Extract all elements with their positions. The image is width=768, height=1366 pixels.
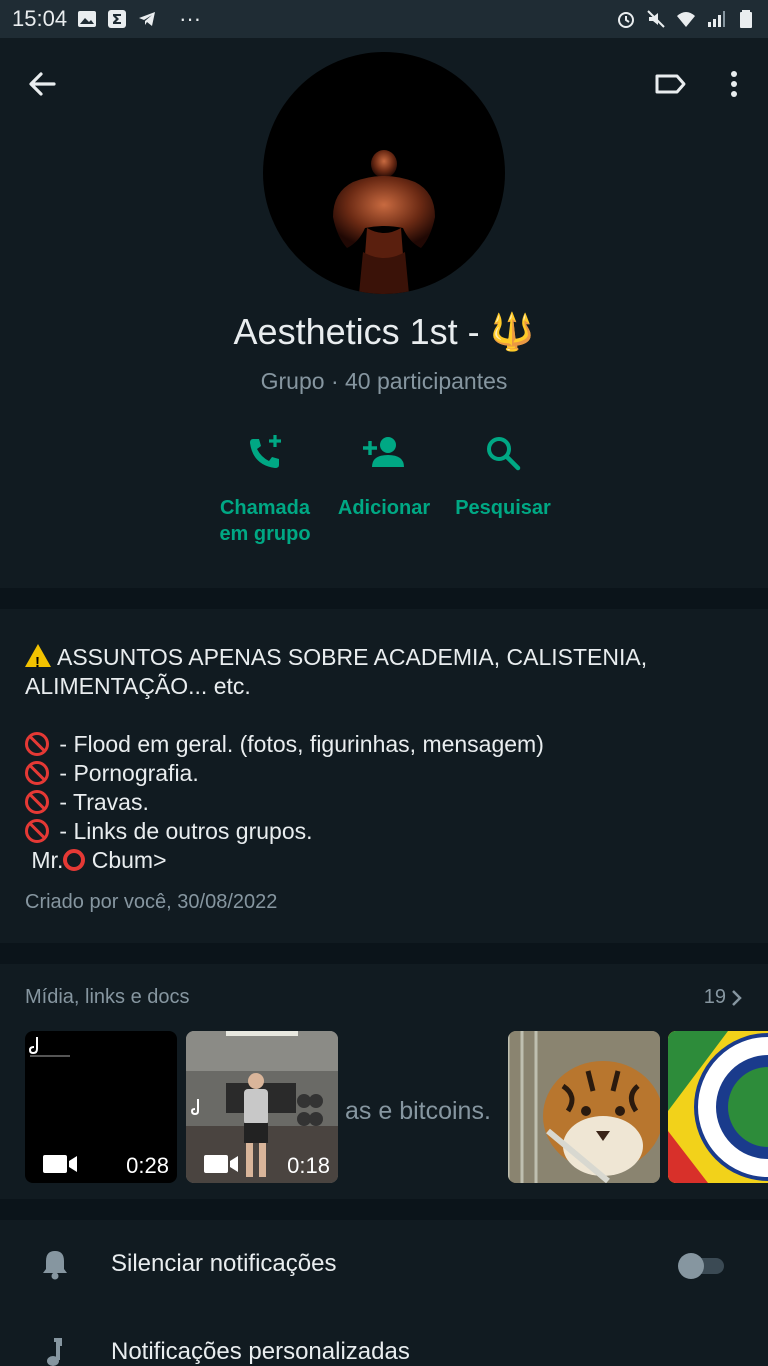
toggle-knob: [678, 1253, 704, 1279]
media-count: 19: [703, 986, 726, 1008]
video-camera-icon: [43, 1155, 77, 1173]
add-call-icon: [250, 435, 281, 468]
media-section: Mídia, links e docs 19 as e bitcoins. 0:…: [0, 964, 768, 1199]
media-thumb-image-tiger[interactable]: [508, 1031, 660, 1183]
group-title: Aesthetics 1st - 🔱: [233, 311, 535, 352]
video-duration: 0:28: [126, 1153, 169, 1178]
add-participant-button[interactable]: Adicionar: [319, 433, 449, 521]
signature: Mr. Cbum>: [25, 846, 743, 875]
status-bar: 15:04 ···: [0, 0, 768, 38]
status-time: 15:04: [12, 6, 68, 31]
group-description[interactable]: ASSUNTOS APENAS SOBRE ACADEMIA, CALISTEN…: [0, 609, 768, 943]
media-overlay-text: as e bitcoins.: [345, 1097, 491, 1125]
prohibited-icon: [25, 732, 49, 756]
created-info: Criado por você, 30/08/2022: [25, 891, 278, 913]
rule-3: - Travas.: [25, 788, 743, 817]
rule-2-text: - Pornografia.: [53, 760, 199, 786]
desc-text-1: ASSUNTOS APENAS SOBRE ACADEMIA, CALISTEN…: [57, 644, 648, 670]
tiger-image: [508, 1031, 660, 1183]
media-thumb-image-seal[interactable]: [668, 1031, 768, 1183]
add-person-icon: [363, 437, 404, 467]
more-options-icon[interactable]: [716, 66, 752, 102]
group-call-button[interactable]: Chamada em grupo: [200, 433, 330, 547]
search-button[interactable]: Pesquisar: [438, 433, 568, 521]
custom-notifications-row[interactable]: Notificações personalizadas: [0, 1308, 768, 1366]
music-note-icon: [47, 1338, 62, 1366]
group-header: Aesthetics 1st - 🔱 Grupo · 40 participan…: [0, 38, 768, 588]
video-duration: 0:18: [287, 1153, 330, 1178]
media-header[interactable]: Mídia, links e docs: [25, 986, 190, 1009]
signature-pre: Mr.: [25, 847, 64, 873]
desc-line-2: ALIMENTAÇÃO... etc.: [25, 673, 251, 699]
media-thumb-video-2[interactable]: 0:18: [186, 1031, 338, 1183]
group-subtitle: Grupo · 40 participantes: [260, 368, 508, 394]
mute-notifications-row[interactable]: Silenciar notificações: [0, 1220, 768, 1308]
mute-label: Silenciar notificações: [111, 1250, 337, 1277]
desc-blank: [25, 701, 743, 730]
battery-icon: [740, 10, 752, 28]
signature-post: Cbum>: [85, 847, 167, 873]
rule-1-text: - Flood em geral. (fotos, figurinhas, me…: [53, 731, 544, 757]
prohibited-icon: [25, 819, 49, 843]
gallery-icon: [78, 11, 97, 27]
rule-4-text: - Links de outros grupos.: [53, 818, 313, 844]
wifi-icon: [677, 12, 695, 27]
seal-image: [668, 1031, 768, 1183]
alarm-icon: [618, 12, 634, 28]
media-thumb-video-1[interactable]: 0:28: [25, 1031, 177, 1183]
chevron-right-icon: [732, 989, 742, 1006]
rule-3-text: - Travas.: [53, 789, 149, 815]
video-camera-icon: [204, 1155, 238, 1173]
mute-icon: [647, 10, 665, 28]
media-count-link[interactable]: 19: [704, 986, 744, 1009]
prohibited-icon: [25, 790, 49, 814]
rule-2: - Pornografia.: [25, 759, 743, 788]
desc-line-1: ASSUNTOS APENAS SOBRE ACADEMIA, CALISTEN…: [25, 643, 743, 677]
bell-icon: [43, 1251, 67, 1280]
back-arrow-icon[interactable]: [24, 66, 60, 102]
custom-notifications-label: Notificações personalizadas: [111, 1338, 410, 1365]
rule-1: - Flood em geral. (fotos, figurinhas, me…: [25, 730, 743, 759]
label-icon[interactable]: [652, 66, 688, 102]
warning-icon: [25, 644, 51, 677]
search-icon: [487, 437, 521, 471]
search-label: Pesquisar: [455, 497, 551, 519]
add-participant-label: Adicionar: [337, 497, 431, 519]
rule-4: - Links de outros grupos.: [25, 817, 743, 846]
group-avatar[interactable]: [263, 52, 505, 294]
group-call-label-1: Chamada: [219, 497, 311, 519]
telegram-icon: [139, 12, 156, 26]
red-circle-icon: [63, 849, 86, 871]
notification-settings: Silenciar notificações Notificações pers…: [0, 1220, 768, 1366]
sigma-icon: [108, 10, 127, 28]
group-call-label-2: em grupo: [219, 523, 311, 545]
prohibited-icon: [25, 761, 49, 785]
bodybuilder-image: [333, 150, 435, 294]
status-more: ···: [179, 6, 202, 31]
mute-toggle[interactable]: [678, 1253, 726, 1279]
signal-icon: [708, 11, 725, 27]
